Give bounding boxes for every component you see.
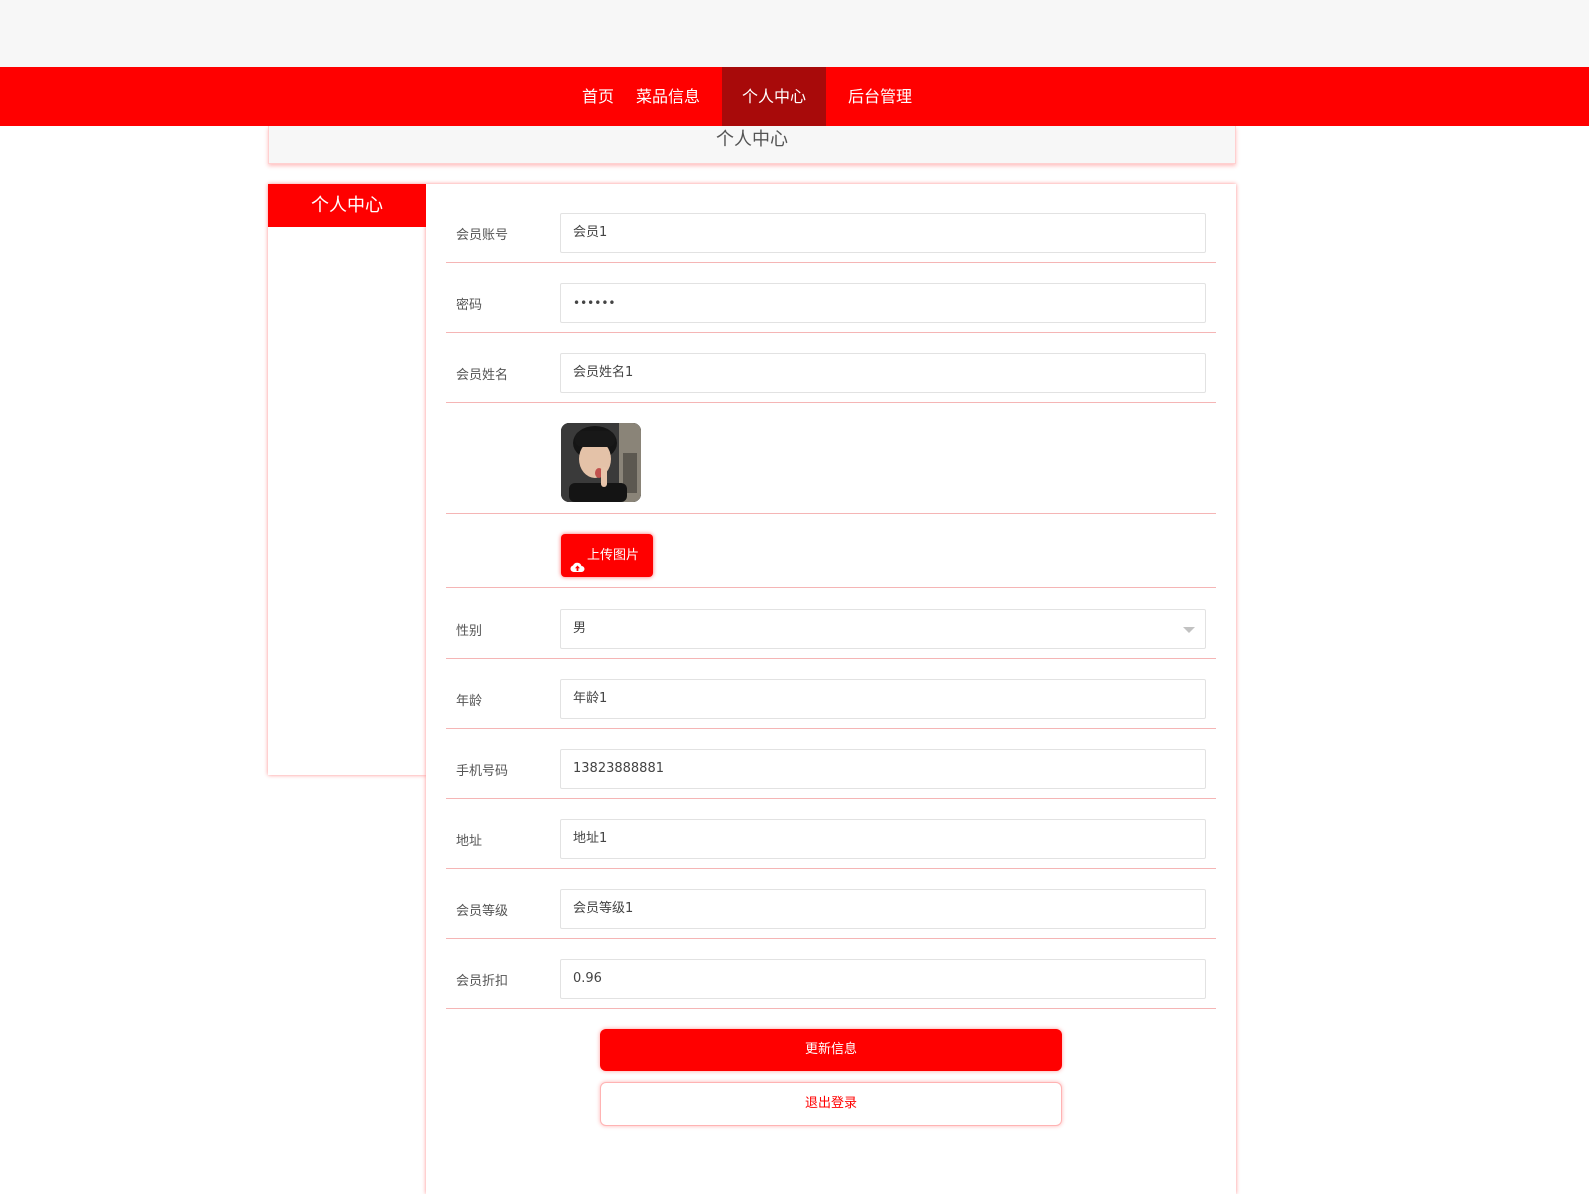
address-input[interactable]: 地址1 [560,819,1206,859]
password-label: 密码 [456,298,483,313]
phone-label: 手机号码 [456,764,509,779]
nav-item-dishes[interactable]: 菜品信息 [624,67,722,126]
page-title: 个人中心 [268,126,1236,164]
form-row-upload: 上传图片 [446,514,1216,588]
top-band [0,0,1589,67]
age-label: 年龄 [456,694,483,709]
profile-form-panel: 会员账号 会员1 密码 •••••• 会员姓名 会员姓名1 上传图片 性别 男 … [426,184,1236,1194]
gender-label: 性别 [456,624,483,639]
discount-input[interactable]: 0.96 [560,959,1206,999]
account-input[interactable]: 会员1 [560,213,1206,253]
level-input[interactable]: 会员等级1 [560,889,1206,929]
name-input[interactable]: 会员姓名1 [560,353,1206,393]
nav-item-home[interactable]: 首页 [572,67,624,126]
avatar-image [561,423,641,502]
name-label: 会员姓名 [456,368,509,383]
gender-select[interactable]: 男 [560,609,1206,649]
account-label: 会员账号 [456,228,509,243]
level-label: 会员等级 [456,904,509,919]
form-row-gender: 性别 男 [446,588,1216,659]
upload-image-label: 上传图片 [587,548,640,563]
nav-items: 首页 菜品信息 个人中心 后台管理 [572,67,934,126]
upload-image-button[interactable]: 上传图片 [561,534,653,577]
logout-button[interactable]: 退出登录 [600,1082,1062,1126]
nav-item-personal-center[interactable]: 个人中心 [722,67,827,126]
form-row-password: 密码 •••••• [446,263,1216,333]
age-input[interactable]: 年龄1 [560,679,1206,719]
nav-item-admin[interactable]: 后台管理 [826,67,934,126]
address-label: 地址 [456,834,483,849]
form-row-name: 会员姓名 会员姓名1 [446,333,1216,403]
form-row-age: 年龄 年龄1 [446,659,1216,729]
gender-selected-value: 男 [573,621,587,636]
update-info-button[interactable]: 更新信息 [600,1029,1062,1071]
sidebar: 个人中心 [268,184,426,775]
form-row-avatar [446,403,1216,514]
form-row-address: 地址 地址1 [446,799,1216,869]
form-row-phone: 手机号码 13823888881 [446,729,1216,799]
cloud-upload-icon [570,548,585,591]
discount-label: 会员折扣 [456,974,509,989]
chevron-down-icon [1183,627,1195,633]
form-row-account: 会员账号 会员1 [446,184,1216,263]
main-navbar: 首页 菜品信息 个人中心 后台管理 [0,67,1589,126]
sidebar-title: 个人中心 [268,184,426,227]
phone-input[interactable]: 13823888881 [560,749,1206,789]
form-row-level: 会员等级 会员等级1 [446,869,1216,939]
password-input[interactable]: •••••• [560,283,1206,323]
form-row-discount: 会员折扣 0.96 [446,939,1216,1009]
